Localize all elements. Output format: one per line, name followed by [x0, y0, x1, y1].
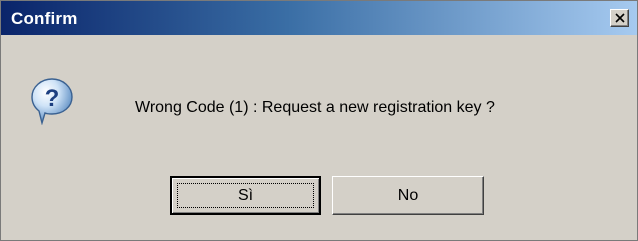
no-button-label: No: [397, 186, 419, 204]
title-bar[interactable]: Confirm: [1, 1, 637, 35]
no-button[interactable]: No: [332, 176, 484, 215]
close-button[interactable]: [610, 9, 629, 27]
yes-button[interactable]: Sì: [170, 176, 321, 215]
dialog-message: Wrong Code (1) : Request a new registrat…: [135, 99, 495, 116]
question-icon: ?: [30, 77, 74, 126]
yes-button-label: Sì: [237, 186, 254, 204]
dialog-title: Confirm: [11, 9, 78, 28]
confirm-dialog: Confirm ? Wrong Code (1) : Request a new…: [0, 0, 638, 241]
svg-text:?: ?: [45, 85, 60, 112]
close-icon: [615, 13, 625, 23]
